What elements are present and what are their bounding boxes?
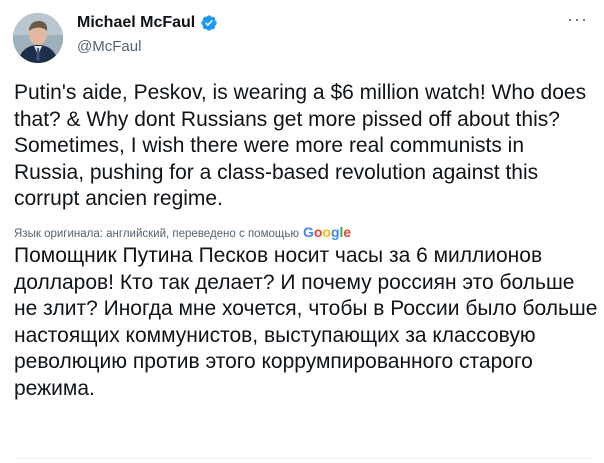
verified-badge-icon	[201, 15, 217, 31]
translated-tweet-text: Помощник Путина Песков носит часы за 6 м…	[14, 244, 598, 400]
translation-notice: Язык оригинала: английский, переведено с…	[14, 224, 351, 240]
author-name[interactable]: Michael McFaul	[77, 14, 195, 32]
avatar-photo	[13, 13, 63, 63]
tweet-text: Putin's aide, Peskov, is wearing a $6 mi…	[14, 81, 587, 210]
author-name-row: Michael McFaul	[77, 14, 218, 32]
more-horizontal-icon[interactable]: ···	[567, 10, 588, 28]
author-handle[interactable]: @McFaul	[77, 38, 141, 55]
google-logo: Google	[302, 224, 352, 240]
bottom-divider	[14, 458, 590, 459]
translation-note: Язык оригинала: английский, переведено с…	[14, 228, 299, 240]
author-avatar[interactable]	[13, 13, 63, 63]
tweet-card: Michael McFaul @McFaul ··· Putin's aide,…	[0, 0, 604, 463]
